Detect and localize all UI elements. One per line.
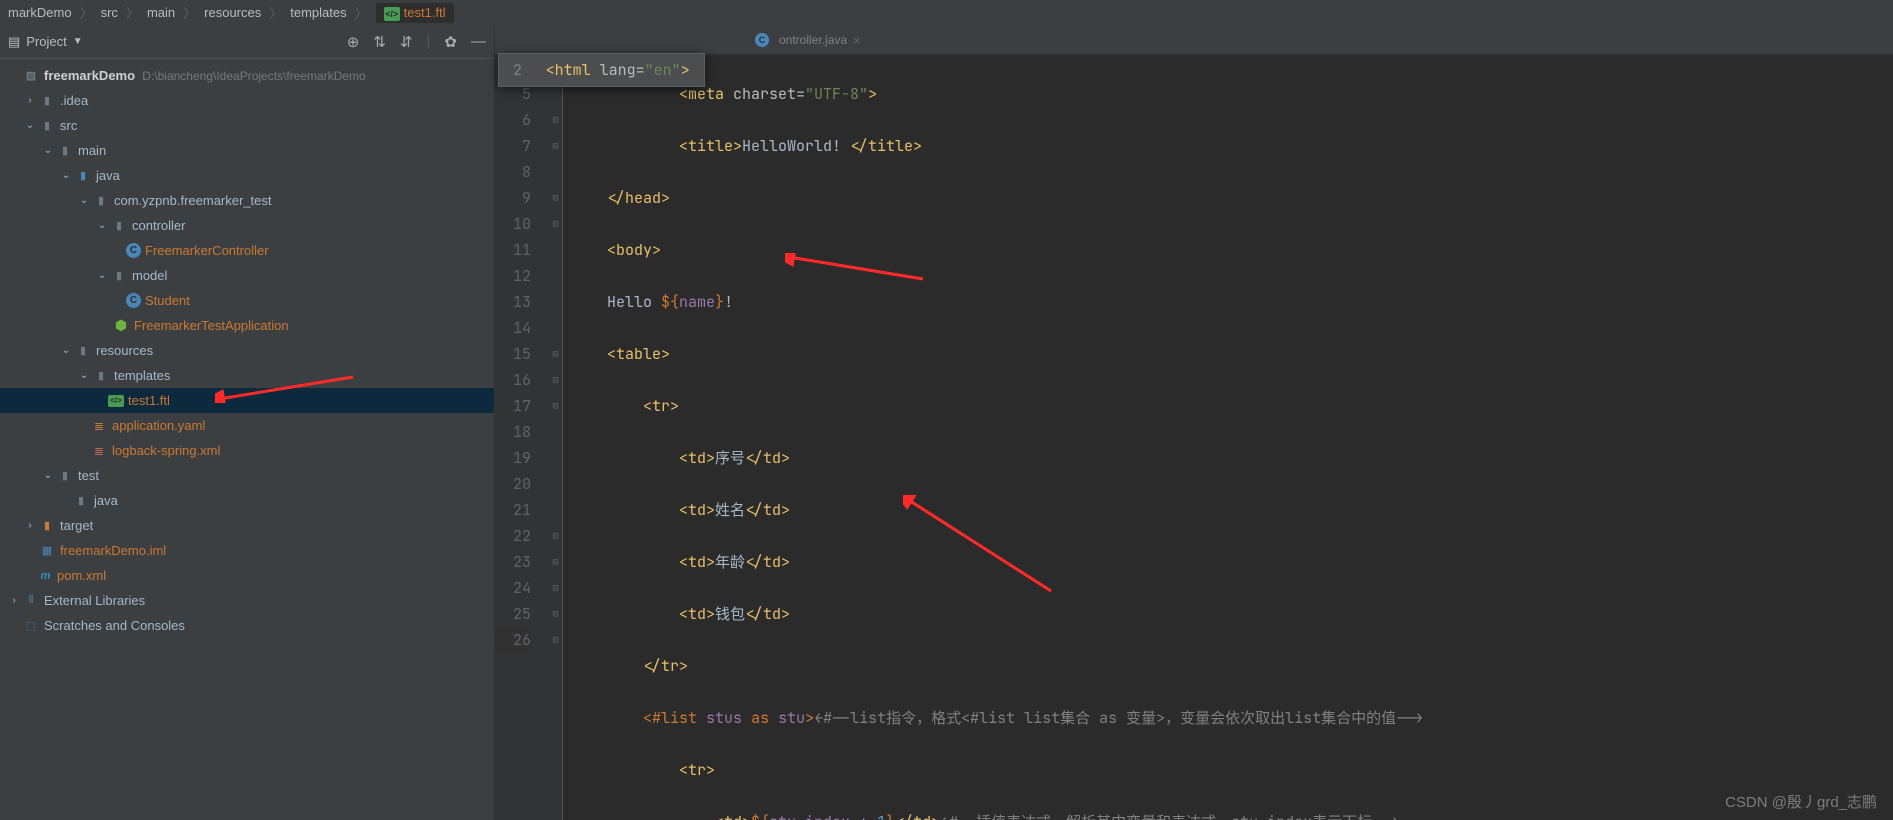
spring-boot-icon: ⬢ <box>112 318 130 334</box>
chevron-right-icon: 〉 <box>269 3 282 22</box>
expand-arrow-icon[interactable]: › <box>6 595 22 606</box>
tree-item[interactable]: Scratches and Consoles <box>44 618 185 633</box>
chevron-right-icon: 〉 <box>80 3 93 22</box>
yaml-file-icon: ≣ <box>90 418 108 434</box>
tree-item[interactable]: com.yzpnb.freemarker_test <box>114 193 272 208</box>
editor-area: C ontroller.java × 2 <html lang="en"> 45… <box>495 25 1893 820</box>
tree-item[interactable]: target <box>60 518 93 533</box>
project-panel-title[interactable]: Project <box>26 34 66 49</box>
project-root[interactable]: freemarkDemo <box>44 68 135 83</box>
ftl-file-icon: </> <box>384 7 400 21</box>
fold-gutter[interactable]: ⊟⊟ ⊟⊟ ⊟⊟⊟ ⊟⊟⊟⊟⊟ <box>549 55 563 820</box>
preview-line-number: 2 <box>513 60 522 80</box>
collapse-arrow-icon[interactable]: ⌄ <box>40 470 56 481</box>
line-number-gutter[interactable]: 4567891011121314151617181920212223242526 <box>495 55 549 820</box>
watermark: CSDN @殷丿grd_志鹏 <box>1725 791 1877 812</box>
tree-item[interactable]: External Libraries <box>44 593 145 608</box>
tree-item[interactable]: src <box>60 118 77 133</box>
xml-file-icon: ≣ <box>90 443 108 459</box>
iml-file-icon: ▦ <box>38 543 56 559</box>
hide-icon[interactable]: — <box>471 33 486 50</box>
project-sidebar: ▤ Project ▼ ⊕ ⇅ ⇵ | ✿ — ▧ freemarkDemo D:… <box>0 25 495 820</box>
tree-item[interactable]: java <box>96 168 120 183</box>
dropdown-icon[interactable]: ▼ <box>73 36 83 47</box>
scratches-icon: ⬚ <box>22 618 40 634</box>
tree-item[interactable]: pom.xml <box>57 568 106 583</box>
tree-item[interactable]: FreemarkerTestApplication <box>134 318 289 333</box>
expand-arrow-icon[interactable]: › <box>22 95 38 106</box>
folder-icon: ▮ <box>92 368 110 384</box>
collapse-all-icon[interactable]: ⇵ <box>400 33 413 51</box>
breadcrumb-item[interactable]: markDemo <box>8 5 72 20</box>
folder-icon: ▮ <box>38 518 56 534</box>
maven-icon: m <box>38 568 53 584</box>
class-icon: C <box>126 293 141 308</box>
code-editor[interactable]: <meta charset="UTF-8"> <title>HelloWorld… <box>563 55 1893 820</box>
tree-item[interactable]: resources <box>96 343 153 358</box>
folder-icon: ▮ <box>56 143 74 159</box>
folder-icon: ▧ <box>22 68 40 84</box>
chevron-right-icon: 〉 <box>355 3 368 22</box>
tree-item[interactable]: templates <box>114 368 170 383</box>
breadcrumb: markDemo 〉 src 〉 main 〉 resources 〉 template… <box>0 0 1893 25</box>
editor-tab[interactable]: C ontroller.java × <box>745 26 871 54</box>
expand-all-icon[interactable]: ⇅ <box>373 33 386 51</box>
folder-icon: ▮ <box>56 468 74 484</box>
chevron-right-icon: 〉 <box>183 3 196 22</box>
tree-item[interactable]: application.yaml <box>112 418 205 433</box>
tree-item[interactable]: freemarkDemo.iml <box>60 543 166 558</box>
gear-icon[interactable]: ✿ <box>444 33 457 51</box>
code-hover-preview: 2 <html lang="en"> <box>498 53 705 87</box>
breadcrumb-item[interactable]: resources <box>204 5 261 20</box>
folder-icon: ▮ <box>38 93 56 109</box>
class-icon: C <box>755 33 769 47</box>
collapse-arrow-icon[interactable]: ⌄ <box>76 195 92 206</box>
tree-item[interactable]: test <box>78 468 99 483</box>
tree-item[interactable]: .idea <box>60 93 88 108</box>
collapse-arrow-icon[interactable]: ⌄ <box>22 120 38 131</box>
editor-tabs: C ontroller.java × <box>495 25 1893 55</box>
package-icon: ▮ <box>92 193 110 209</box>
tree-item[interactable]: controller <box>132 218 185 233</box>
collapse-arrow-icon[interactable]: ⌄ <box>58 170 74 181</box>
breadcrumb-active-file[interactable]: </>test1.ftl <box>376 3 454 23</box>
tree-item[interactable]: java <box>94 493 118 508</box>
close-icon[interactable]: × <box>853 33 861 48</box>
resources-folder-icon: ▮ <box>74 343 92 359</box>
ftl-file-icon: </> <box>108 395 124 407</box>
package-icon: ▮ <box>110 218 128 234</box>
breadcrumb-item[interactable]: templates <box>290 5 346 20</box>
breadcrumb-item[interactable]: main <box>147 5 175 20</box>
chevron-right-icon: 〉 <box>126 3 139 22</box>
class-icon: C <box>126 243 141 258</box>
collapse-arrow-icon[interactable]: ⌄ <box>40 145 56 156</box>
tab-label: ontroller.java <box>779 33 847 47</box>
collapse-arrow-icon[interactable]: ⌄ <box>76 370 92 381</box>
source-folder-icon: ▮ <box>74 168 92 184</box>
breadcrumb-item[interactable]: src <box>101 5 118 20</box>
divider: | <box>427 33 431 50</box>
package-icon: ▮ <box>110 268 128 284</box>
libraries-icon: ⫴ <box>22 593 40 609</box>
project-panel-header: ▤ Project ▼ ⊕ ⇅ ⇵ | ✿ — <box>0 25 494 59</box>
tree-item[interactable]: Student <box>145 293 190 308</box>
project-tree[interactable]: ▧ freemarkDemo D:\biancheng\IdeaProjects\… <box>0 59 494 820</box>
tree-item[interactable]: FreemarkerController <box>145 243 269 258</box>
folder-icon: ▮ <box>72 493 90 509</box>
project-panel-icon: ▤ <box>8 34 20 50</box>
locate-icon[interactable]: ⊕ <box>347 33 360 51</box>
expand-arrow-icon[interactable]: › <box>22 520 38 531</box>
tree-item[interactable]: model <box>132 268 167 283</box>
collapse-arrow-icon[interactable]: ⌄ <box>58 345 74 356</box>
collapse-arrow-icon[interactable]: ⌄ <box>94 270 110 281</box>
tree-item-selected[interactable]: </>test1.ftl <box>0 388 494 413</box>
collapse-arrow-icon[interactable]: ⌄ <box>94 220 110 231</box>
tree-item[interactable]: logback-spring.xml <box>112 443 220 458</box>
folder-icon: ▮ <box>38 118 56 134</box>
project-path: D:\biancheng\IdeaProjects\freemarkDemo <box>142 69 365 83</box>
tree-item[interactable]: main <box>78 143 106 158</box>
